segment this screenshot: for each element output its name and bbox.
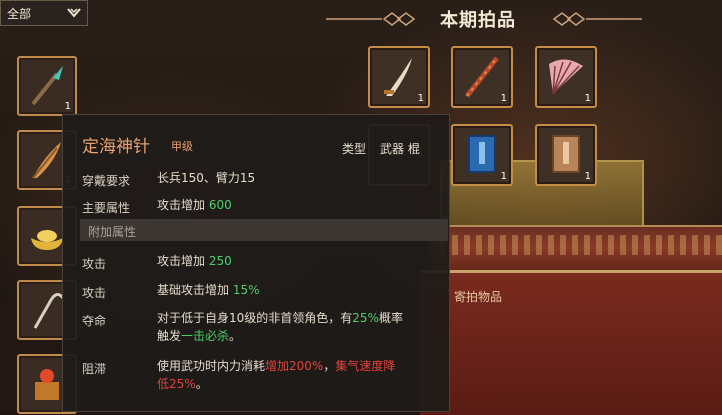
effect-text: 触发 [157, 329, 182, 343]
effect-description: 对于低于自身10级的非首领角色，有25%概率 触发一击必杀。 [157, 309, 403, 345]
gold-ingot-icon [31, 230, 63, 250]
auction-slot[interactable]: 1 [535, 124, 597, 186]
treasure-chest-icon [35, 369, 59, 400]
slot-count: 1 [584, 93, 591, 104]
feather-fan-icon [32, 142, 61, 179]
consign-items-label[interactable]: 寄拍物品 [454, 288, 502, 305]
auction-slot[interactable]: 1 [451, 124, 513, 186]
extra-attr-heading: 附加属性 [88, 225, 137, 239]
main-attr-number: 600 [208, 198, 232, 212]
effect-text: 概率 [378, 311, 403, 325]
item-grade: 甲级 [171, 140, 193, 153]
extra-attr-value: 基础攻击增加 15% [157, 281, 260, 299]
requirement-label: 穿戴要求 [82, 174, 131, 188]
brown-book-icon [552, 135, 580, 173]
effect-penalty: 集气速度降 [335, 359, 396, 373]
extra-attr-number: 15% [232, 283, 260, 297]
auction-slot[interactable]: 1 [535, 46, 597, 108]
effect-penalty: 增加200% [265, 359, 324, 373]
extra-attr-number: 250 [208, 254, 232, 268]
main-attr-prefix: 攻击增加 [157, 198, 206, 212]
spear-icon [31, 66, 63, 106]
header-ornament-right [552, 12, 642, 26]
effect-label: 夺命 [82, 314, 107, 328]
slot-count: 1 [500, 93, 507, 104]
slot-count: 1 [584, 171, 591, 182]
effect-text: 。 [195, 377, 208, 391]
effect-text: 对于低于自身10级的非首领角色，有 [157, 311, 353, 325]
effect-line: 触发一击必杀。 [157, 327, 403, 345]
effect-keyword: 一击必杀 [181, 329, 230, 343]
auction-slot[interactable]: 1 [368, 46, 430, 108]
item-type-label: 类型 [342, 142, 367, 156]
effect-penalty: 低25% [157, 377, 196, 391]
auction-slot[interactable]: 1 [451, 46, 513, 108]
hook-icon [33, 293, 65, 329]
main-attr-label: 主要属性 [82, 201, 131, 215]
table-pattern [440, 235, 722, 255]
effect-text: 。 [229, 329, 242, 343]
requirement-value: 长兵150、臂力15 [157, 171, 256, 185]
effect-text: ， [323, 359, 336, 373]
saber-icon [384, 58, 412, 96]
extra-attr-label: 攻击 [82, 257, 107, 271]
extra-attr-section: 附加属性 [80, 219, 448, 241]
extra-attr-value: 攻击增加 250 [157, 252, 232, 270]
slot-count: 1 [500, 171, 507, 182]
item-tooltip: 定海神针 甲级 类型 武器 棍 穿戴要求 长兵150、臂力15 主要属性 攻击增… [62, 114, 450, 412]
effect-chance: 25% [352, 311, 379, 325]
effect-label: 阻滞 [82, 362, 107, 376]
effect-description: 使用武功时内力消耗增加200%，集气速度降 低25%。 [157, 357, 395, 393]
extra-attr-label: 攻击 [82, 286, 107, 300]
filter-dropdown[interactable]: 全部 [0, 0, 88, 26]
filter-label: 全部 [7, 6, 32, 21]
extra-attr-prefix: 攻击增加 [157, 254, 206, 268]
chevron-down-icon [67, 8, 81, 18]
item-name: 定海神针 [82, 137, 150, 157]
slot-count: 1 [64, 101, 71, 112]
main-attr-value: 攻击增加 600 [157, 196, 232, 214]
fan-icon [549, 59, 583, 95]
extra-attr-prefix: 基础攻击增加 [157, 283, 230, 297]
auction-title: 本期拍品 [440, 10, 516, 31]
effect-text: 使用武功时内力消耗 [157, 359, 266, 373]
blue-book-icon [468, 135, 496, 173]
staff-icon [465, 56, 499, 98]
header-ornament-left [326, 12, 416, 26]
item-type-value: 武器 棍 [380, 142, 420, 156]
effect-line: 使用武功时内力消耗增加200%，集气速度降 [157, 357, 395, 375]
inventory-slot[interactable]: 1 [17, 56, 77, 116]
slot-count: 1 [417, 93, 424, 104]
effect-line: 低25%。 [157, 375, 395, 393]
effect-line: 对于低于自身10级的非首领角色，有25%概率 [157, 309, 403, 327]
